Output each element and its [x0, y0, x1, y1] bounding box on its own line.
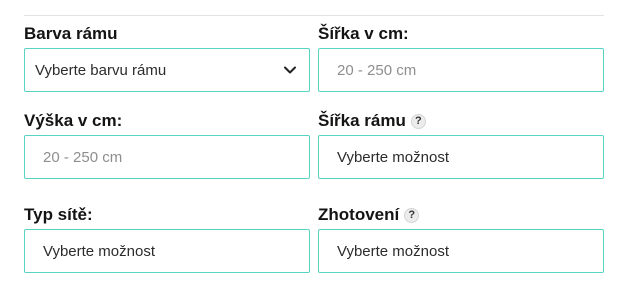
width-cm-input[interactable]: 20 - 250 cm: [318, 48, 604, 92]
chevron-down-icon: [283, 63, 297, 77]
height-cm-placeholder: 20 - 250 cm: [43, 148, 123, 166]
construction-field: Zhotovení ? Vyberte možnost: [318, 205, 604, 273]
top-divider: [24, 15, 604, 16]
mesh-type-field: Typ sítě: Vyberte možnost: [24, 205, 310, 273]
width-cm-label: Šířka v cm:: [318, 24, 409, 43]
frame-color-field: Barva rámu Vyberte barvu rámu: [24, 24, 310, 92]
help-icon[interactable]: ?: [410, 113, 426, 129]
frame-width-label: Šířka rámu: [318, 111, 406, 130]
frame-color-selected-value: Vyberte barvu rámu: [35, 61, 167, 79]
construction-label-row: Zhotovení ?: [318, 205, 604, 225]
mesh-type-label: Typ sítě:: [24, 205, 93, 224]
height-cm-label: Výška v cm:: [24, 111, 123, 130]
help-icon[interactable]: ?: [404, 207, 420, 223]
width-cm-field: Šířka v cm: 20 - 250 cm: [318, 24, 604, 92]
height-cm-field: Výška v cm: 20 - 250 cm: [24, 111, 310, 179]
mesh-type-select[interactable]: Vyberte možnost: [24, 229, 310, 273]
frame-width-label-row: Šířka rámu ?: [318, 111, 604, 131]
frame-width-field: Šířka rámu ? Vyberte možnost: [318, 111, 604, 179]
frame-color-select[interactable]: Vyberte barvu rámu: [24, 48, 310, 92]
frame-width-selected-value: Vyberte možnost: [337, 148, 449, 166]
construction-select[interactable]: Vyberte možnost: [318, 229, 604, 273]
mesh-type-selected-value: Vyberte možnost: [43, 242, 155, 260]
width-cm-placeholder: 20 - 250 cm: [337, 61, 417, 79]
height-cm-input[interactable]: 20 - 250 cm: [24, 135, 310, 179]
frame-width-select[interactable]: Vyberte možnost: [318, 135, 604, 179]
frame-color-label: Barva rámu: [24, 24, 118, 43]
construction-label: Zhotovení: [318, 205, 400, 224]
construction-selected-value: Vyberte možnost: [337, 242, 449, 260]
